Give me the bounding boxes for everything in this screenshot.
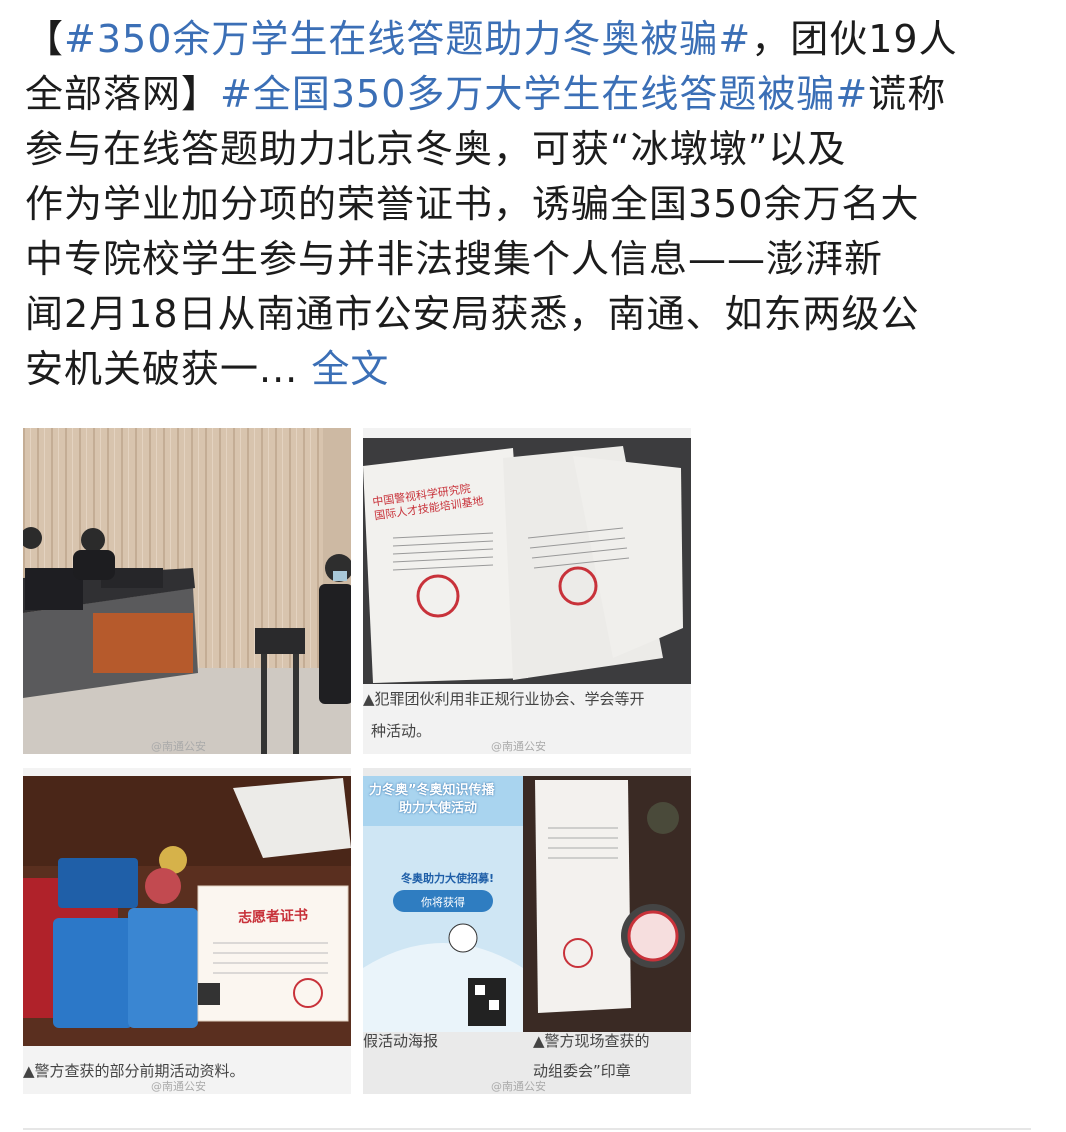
post-image-1[interactable]: @南通公安: [23, 428, 351, 754]
post-image-3[interactable]: 志愿者证书 ▲警方查获的部分前期活动资料。 @南通公安: [23, 768, 351, 1094]
image-watermark: @南通公安: [491, 1080, 546, 1093]
text-line: 安机关破获一... 全文: [25, 347, 390, 391]
image-watermark: @南通公安: [151, 740, 206, 753]
divider: [23, 1128, 1031, 1130]
image-caption: 种活动。: [371, 722, 432, 740]
image-caption: 假活动海报: [363, 1032, 439, 1050]
post-image-2[interactable]: 中国警视科学研究院 国际人才技能培训基地 ▲犯罪团伙利用非正规行业协会、学会等开…: [363, 428, 691, 754]
text-line: 参与在线答题助力北京冬奥，可获“冰墩墩”以及: [25, 127, 847, 171]
text-line: 闻2月18日从南通市公安局获悉，南通、如东两级公: [25, 292, 920, 336]
read-more-link[interactable]: 全文: [311, 347, 389, 391]
certificate-title: 志愿者证书: [237, 907, 309, 927]
poster-subtitle: 冬奥助力大使招募!: [401, 872, 495, 885]
text-line: 中专院校学生参与并非法搜集个人信息——澎湃新: [25, 237, 884, 281]
image-caption: ▲警方查获的部分前期活动资料。: [23, 1062, 245, 1080]
text-line: 【#350余万学生在线答题助力冬奥被骗#，团伙19人: [25, 17, 958, 61]
poster-headline: 力冬奥”冬奥知识传播 助力大使活动: [369, 783, 495, 816]
image-caption: ▲警方现场查获的: [533, 1032, 650, 1050]
image-caption: ▲犯罪团伙利用非正规行业协会、学会等开: [363, 690, 645, 708]
poster-button: 你将获得: [421, 896, 465, 909]
image-watermark: @南通公安: [151, 1080, 206, 1093]
hashtag-link[interactable]: #350余万学生在线答题助力冬奥被骗#: [64, 17, 751, 61]
hashtag-link[interactable]: #全国350多万大学生在线答题被骗#: [220, 72, 868, 116]
image-watermark: @南通公安: [491, 740, 546, 753]
post-image-4[interactable]: 力冬奥”冬奥知识传播 助力大使活动 冬奥助力大使招募! 你将获得 假活动海报 ▲…: [363, 768, 691, 1094]
seized-materials-photo: [23, 776, 351, 1046]
text-line: 全部落网】#全国350多万大学生在线答题被骗#谎称: [25, 72, 947, 116]
post-text: 【#350余万学生在线答题助力冬奥被骗#，团伙19人 全部落网】#全国350多万…: [25, 12, 1035, 397]
image-caption: 动组委会”印章: [533, 1062, 631, 1080]
text-line: 作为学业加分项的荣誉证书，诱骗全国350余万名大: [25, 182, 920, 226]
interrogation-room-photo: [23, 428, 351, 754]
weibo-post: 【#350余万学生在线答题助力冬奥被骗#，团伙19人 全部落网】#全国350多万…: [0, 0, 1066, 1132]
